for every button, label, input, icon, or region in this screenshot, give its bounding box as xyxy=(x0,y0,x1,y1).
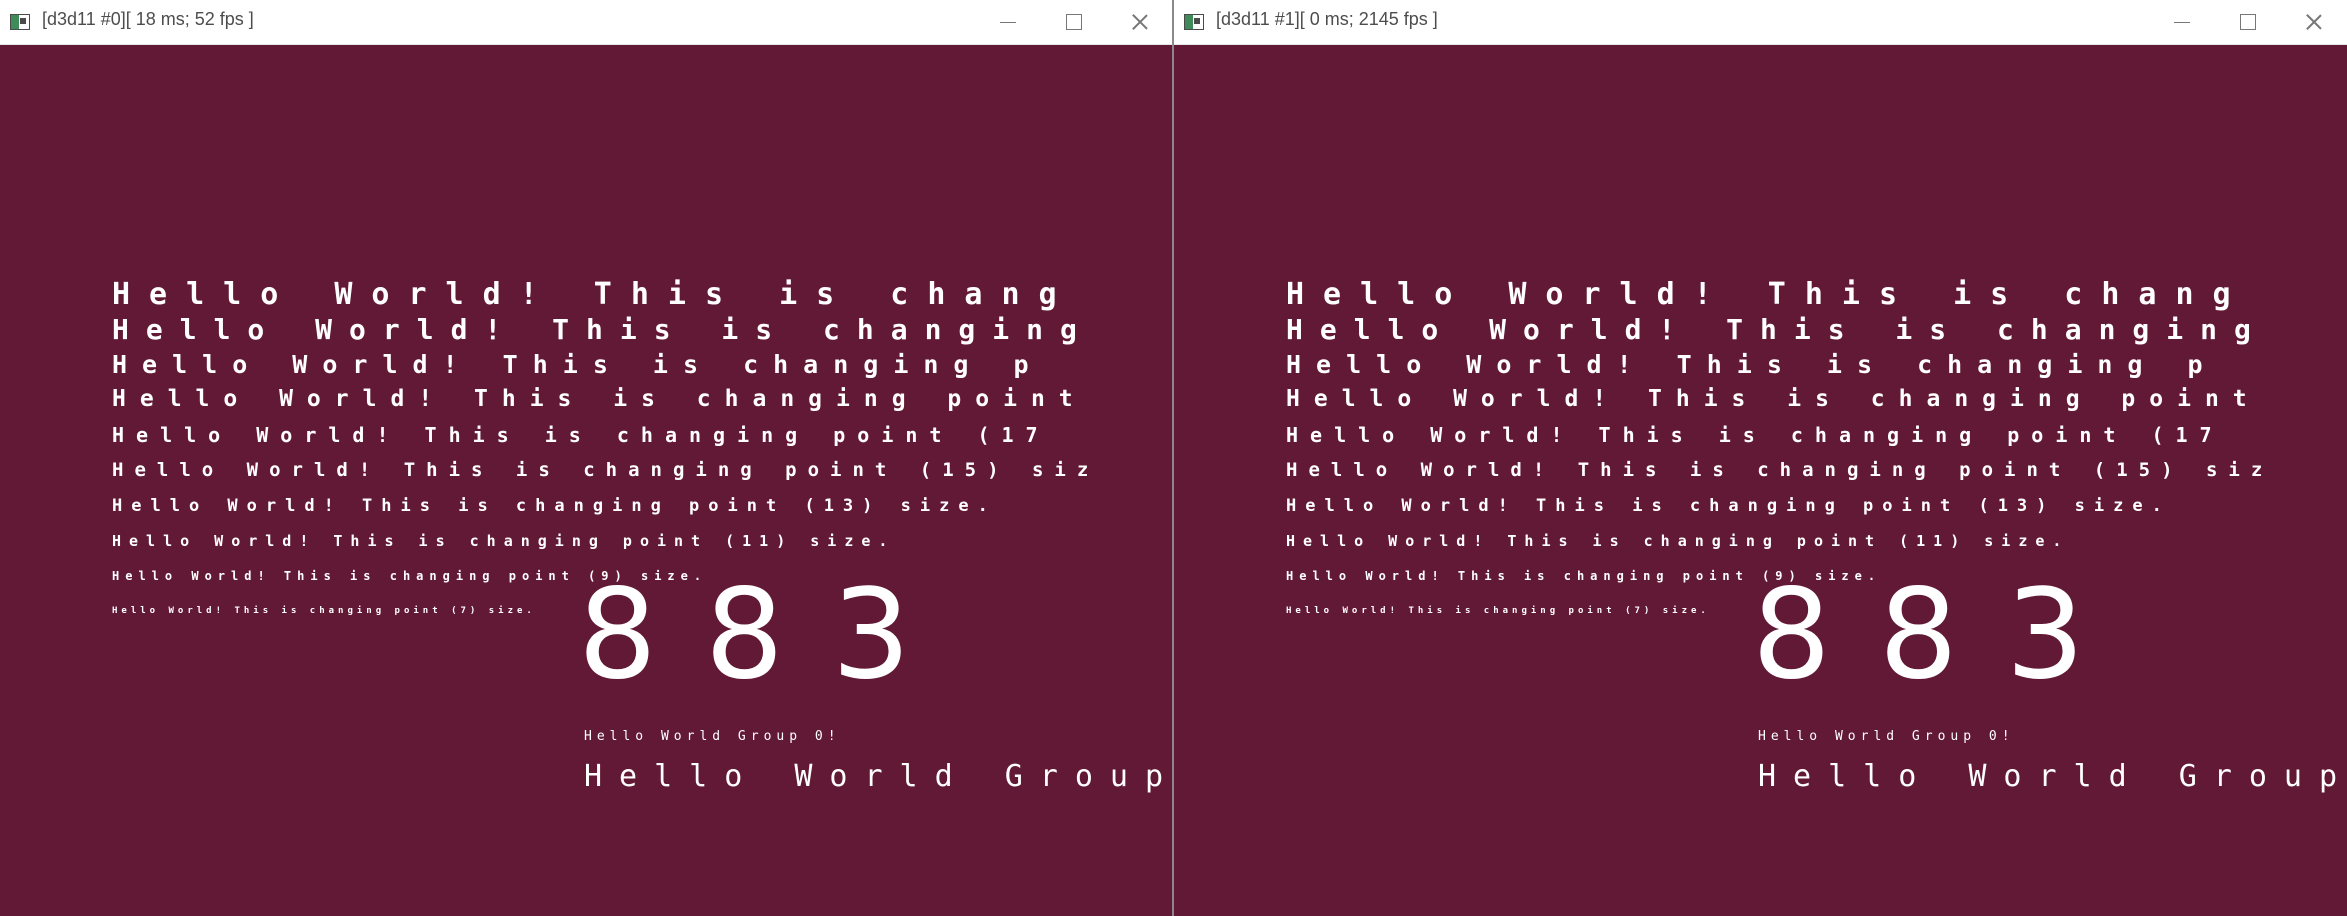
text-line: Hello World! This is changing p xyxy=(112,350,1044,379)
maximize-icon xyxy=(2240,14,2256,30)
render-viewport: Hello World! This is chang Hello World! … xyxy=(1174,45,2347,916)
maximize-icon xyxy=(1066,14,1082,30)
maximize-button[interactable] xyxy=(2215,0,2281,44)
text-line: Hello World! This is changing point xyxy=(112,386,1087,412)
minimize-icon xyxy=(1000,21,1016,23)
text-line: Hello World! This is changing point (15)… xyxy=(112,459,1100,481)
render-viewport: Hello World! This is chang Hello World! … xyxy=(0,45,1173,916)
group-1-label: Hello World Group 1 xyxy=(584,759,1173,794)
text-line: Hello World! This is changing point (11)… xyxy=(112,532,896,550)
render-window-0: [d3d11 #0][ 18 ms; 52 fps ] Hello World!… xyxy=(0,0,1173,916)
text-line: Hello World! This is changing point xyxy=(1286,386,2261,412)
text-line: Hello World! This is changing point (17 xyxy=(1286,423,2224,447)
app-icon xyxy=(1184,14,1204,30)
render-window-1: [d3d11 #1][ 0 ms; 2145 fps ] Hello World… xyxy=(1174,0,2347,916)
group-0-label: Hello World Group 0! xyxy=(584,729,841,744)
text-line: Hello World! This is changing xyxy=(112,313,1094,346)
app-icon xyxy=(10,14,30,30)
text-line: Hello World! This is changing point (7) … xyxy=(1286,606,1710,616)
maximize-button[interactable] xyxy=(1041,0,1107,44)
group-0-label: Hello World Group 0! xyxy=(1758,729,2015,744)
group-1-label: Hello World Group 1 xyxy=(1758,759,2347,794)
title-bar[interactable]: [d3d11 #1][ 0 ms; 2145 fps ] xyxy=(1174,0,2347,45)
window-title: [d3d11 #0][ 18 ms; 52 fps ] xyxy=(42,9,254,29)
text-line: Hello World! This is changing point (13)… xyxy=(1286,496,2171,516)
text-line: Hello World! This is changing p xyxy=(1286,350,2218,379)
minimize-button[interactable] xyxy=(2149,0,2215,44)
title-bar[interactable]: [d3d11 #0][ 18 ms; 52 fps ] xyxy=(0,0,1173,45)
minimize-icon xyxy=(2174,21,2190,23)
text-line: Hello World! This is changing point (15)… xyxy=(1286,459,2274,481)
text-line: Hello World! This is chang xyxy=(112,277,1076,312)
close-button[interactable] xyxy=(1107,0,1173,44)
text-line: Hello World! This is changing point (13)… xyxy=(112,496,997,516)
text-line: Hello World! This is changing point (11)… xyxy=(1286,532,2070,550)
frame-counter: 883 xyxy=(1752,563,2133,707)
text-line: Hello World! This is changing point (7) … xyxy=(112,606,536,616)
text-line: Hello World! This is changing point (17 xyxy=(112,423,1050,447)
text-line: Hello World! This is changing xyxy=(1286,313,2268,346)
window-title: [d3d11 #1][ 0 ms; 2145 fps ] xyxy=(1216,9,1438,29)
minimize-button[interactable] xyxy=(975,0,1041,44)
frame-counter: 883 xyxy=(578,563,959,707)
close-icon xyxy=(1131,13,1149,31)
close-icon xyxy=(2305,13,2323,31)
text-line: Hello World! This is chang xyxy=(1286,277,2250,312)
close-button[interactable] xyxy=(2281,0,2347,44)
